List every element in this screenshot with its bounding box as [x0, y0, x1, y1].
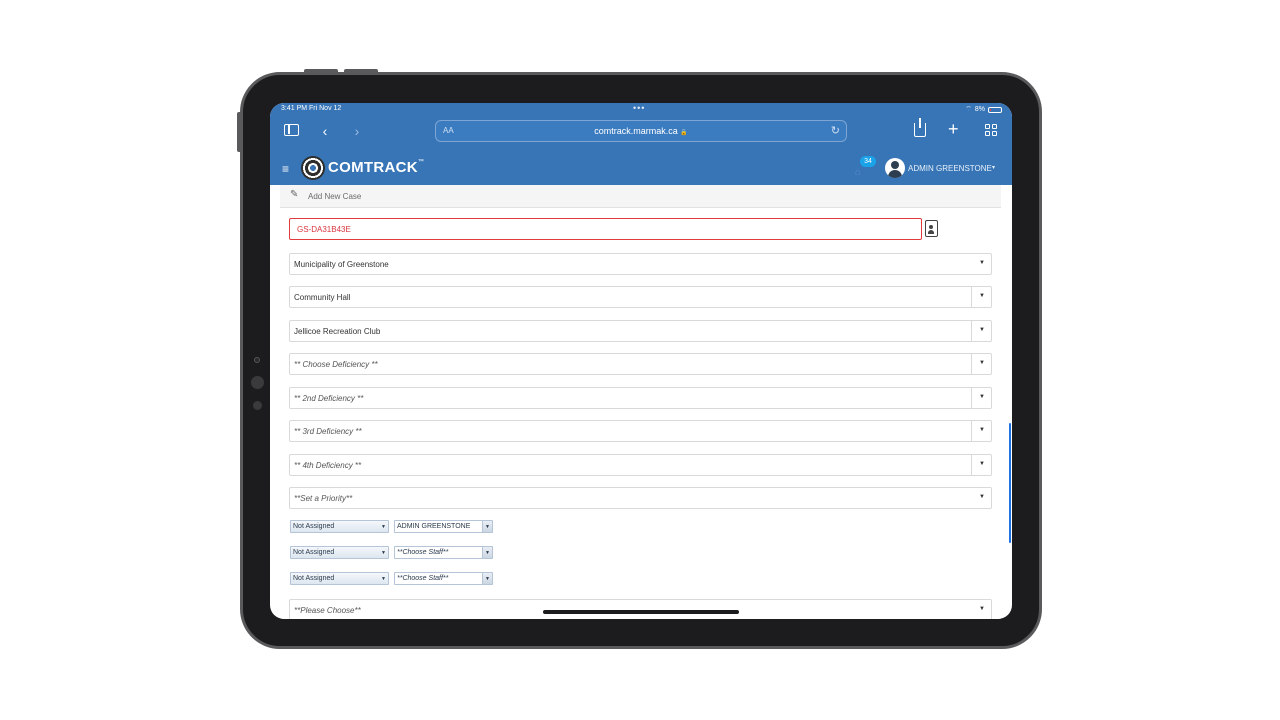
tablet-screen: 3:41 PM Fri Nov 12 ••• ⌔ 8% ‹ › AA comtr…	[270, 103, 1012, 619]
municipality-value: Municipality of Greenstone	[294, 260, 389, 269]
caret-down-icon: ▼	[485, 524, 490, 530]
status-time: 3:41 PM Fri Nov 12	[281, 105, 342, 112]
caret-down-icon: ▼	[381, 576, 386, 582]
share-icon[interactable]	[914, 118, 926, 137]
browser-toolbar: 3:41 PM Fri Nov 12 ••• ⌔ 8% ‹ › AA comtr…	[270, 103, 1012, 153]
battery-icon	[988, 106, 1002, 113]
priority-select[interactable]: **Set a Priority** ▼	[289, 487, 992, 509]
caret-down-icon: ▼	[979, 293, 985, 299]
multitasking-dots[interactable]: •••	[633, 103, 645, 113]
forward-icon[interactable]: ›	[347, 121, 367, 141]
caret-down-icon: ▼	[381, 550, 386, 556]
camera-lens	[251, 376, 264, 389]
caret-down-icon: ▼	[979, 260, 985, 266]
home-indicator[interactable]	[543, 610, 739, 614]
lock-icon: 🔒	[680, 130, 688, 136]
user-name[interactable]: ADMIN GREENSTONE	[908, 164, 992, 173]
chevron-down-icon[interactable]: ▾	[992, 164, 995, 171]
add-case-form: ✎ Add New Case GS-DA31B43E Municipality …	[280, 185, 1001, 619]
camera-sensor	[253, 401, 262, 410]
deficiency-1-value: ** Choose Deficiency **	[294, 360, 378, 369]
assignment-status-select-1[interactable]: Not Assigned ▼	[290, 520, 389, 533]
sidebar-icon[interactable]	[284, 124, 299, 136]
caret-down-icon: ▼	[979, 606, 985, 612]
municipality-select[interactable]: Municipality of Greenstone ▼	[289, 253, 992, 275]
caret-down-icon: ▼	[979, 461, 985, 467]
id-badge-icon[interactable]	[925, 220, 938, 237]
user-avatar[interactable]	[885, 158, 905, 178]
panel-title: Add New Case	[308, 192, 362, 201]
menu-icon[interactable]: ≡	[282, 162, 289, 176]
deficiency-3-value: ** 3rd Deficiency **	[294, 427, 362, 436]
notification-badge[interactable]: 34	[860, 156, 876, 167]
location-value: Jellicoe Recreation Club	[294, 327, 381, 336]
panel-header: ✎ Add New Case	[280, 185, 1001, 208]
facility-select[interactable]: Community Hall ▼	[289, 286, 992, 308]
brand-name: COMTRACK™	[328, 159, 425, 176]
caret-down-icon: ▼	[979, 394, 985, 400]
please-choose-value: **Please Choose**	[294, 606, 361, 615]
tab-overview-icon[interactable]	[985, 124, 997, 136]
caret-down-icon: ▼	[485, 576, 490, 582]
caret-down-icon: ▼	[979, 327, 985, 333]
deficiency-4-select[interactable]: ** 4th Deficiency ** ▼	[289, 454, 992, 476]
caret-down-icon: ▼	[381, 524, 386, 530]
facility-value: Community Hall	[294, 293, 351, 302]
bell-icon[interactable]: ⌂	[855, 167, 861, 178]
url-text: comtrack.marmak.ca 🔒	[594, 126, 688, 136]
deficiency-2-select[interactable]: ** 2nd Deficiency ** ▼	[289, 387, 992, 409]
assignment-staff-select-1[interactable]: ADMIN GREENSTONE ▼	[394, 520, 493, 533]
priority-value: **Set a Priority**	[294, 494, 353, 503]
back-icon[interactable]: ‹	[315, 121, 335, 141]
case-id-field[interactable]: GS-DA31B43E	[289, 218, 922, 240]
please-choose-select[interactable]: **Please Choose** ▼	[289, 599, 992, 619]
assignment-staff-select-3[interactable]: **Choose Staff** ▼	[394, 572, 493, 585]
status-right: ⌔ 8%	[965, 105, 1002, 114]
comtrack-logo-icon	[301, 156, 325, 180]
reload-icon[interactable]: ↻	[831, 124, 840, 137]
deficiency-1-select[interactable]: ** Choose Deficiency ** ▼	[289, 353, 992, 375]
pencil-icon: ✎	[290, 189, 299, 200]
assignment-status-select-2[interactable]: Not Assigned ▼	[290, 546, 389, 559]
wifi-icon: ⌔	[965, 106, 972, 113]
new-tab-icon[interactable]: +	[948, 119, 959, 140]
battery-percent: 8%	[974, 106, 985, 113]
deficiency-2-value: ** 2nd Deficiency **	[294, 394, 364, 403]
camera-dot	[254, 357, 260, 363]
caret-down-icon: ▼	[979, 427, 985, 433]
location-select[interactable]: Jellicoe Recreation Club ▼	[289, 320, 992, 342]
caret-down-icon: ▼	[979, 360, 985, 366]
caret-down-icon: ▼	[485, 550, 490, 556]
deficiency-4-value: ** 4th Deficiency **	[294, 461, 362, 470]
caret-down-icon: ▼	[979, 494, 985, 500]
page-scrollbar[interactable]	[1009, 423, 1011, 543]
assignment-staff-select-2[interactable]: **Choose Staff** ▼	[394, 546, 493, 559]
assignment-status-select-3[interactable]: Not Assigned ▼	[290, 572, 389, 585]
app-header: ≡ COMTRACK™ ⌂ 34 ADMIN GREENSTONE ▾	[270, 153, 1012, 185]
url-bar[interactable]: AA comtrack.marmak.ca 🔒 ↻	[435, 120, 847, 142]
deficiency-3-select[interactable]: ** 3rd Deficiency ** ▼	[289, 420, 992, 442]
